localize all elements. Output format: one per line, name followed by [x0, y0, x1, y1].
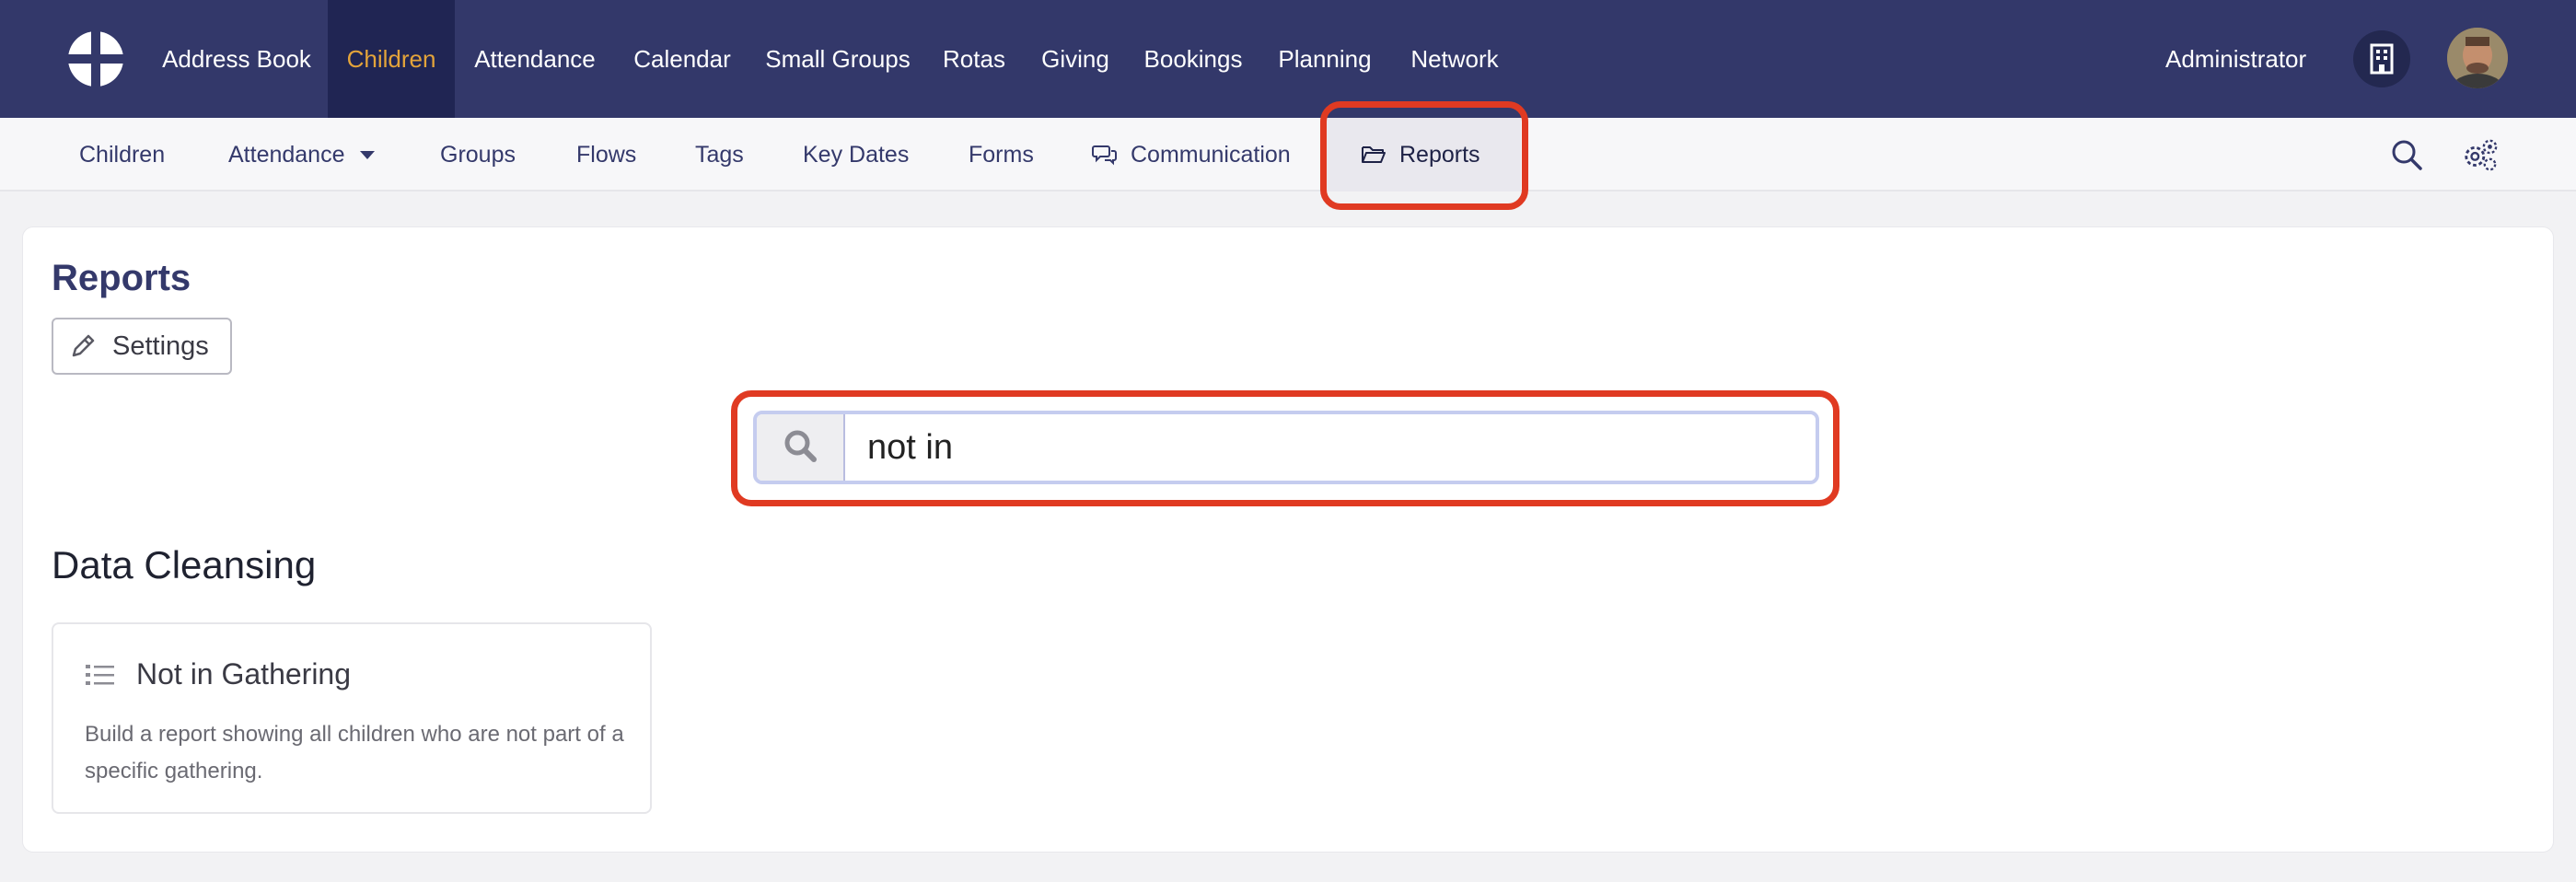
report-card-title: Not in Gathering — [85, 657, 351, 691]
user-role-label[interactable]: Administrator — [2165, 0, 2306, 118]
report-card-description: Build a report showing all children who … — [85, 722, 624, 783]
subnav-flows[interactable]: Flows — [576, 118, 636, 191]
subnav-reports[interactable]: Reports — [1326, 118, 1521, 191]
comments-icon — [1092, 144, 1118, 166]
secondary-navigation-bar: Children Attendance Groups Flows Tags Ke… — [0, 118, 2576, 191]
subnav-attendance[interactable]: Attendance — [228, 118, 375, 191]
topnav-children[interactable]: Children — [328, 0, 455, 118]
subnav-groups[interactable]: Groups — [440, 118, 516, 191]
section-title-data-cleansing: Data Cleansing — [52, 543, 317, 586]
subnav-key-dates[interactable]: Key Dates — [803, 118, 909, 191]
report-search-input[interactable] — [845, 414, 1816, 481]
settings-label: Settings — [112, 331, 209, 361]
topnav-small-groups[interactable]: Small Groups — [753, 0, 922, 118]
building-icon[interactable] — [2353, 30, 2410, 87]
cross-circle-logo-icon[interactable] — [66, 29, 125, 88]
folder-open-icon — [1361, 145, 1387, 165]
report-search-box — [753, 411, 1819, 484]
topnav-rotas[interactable]: Rotas — [928, 0, 1020, 118]
subnav-communication-label: Communication — [1131, 141, 1291, 168]
topnav-planning[interactable]: Planning — [1263, 0, 1387, 118]
search-icon[interactable] — [2388, 136, 2425, 173]
pencil-icon — [70, 333, 96, 359]
user-avatar[interactable] — [2447, 28, 2508, 88]
topnav-giving[interactable]: Giving — [1026, 0, 1125, 118]
subnav-reports-label: Reports — [1399, 141, 1480, 168]
report-card-not-in-gathering[interactable]: Not in Gathering Build a report showing … — [52, 622, 652, 814]
list-icon — [85, 662, 116, 688]
top-navigation-bar: Address Book Children Attendance Calenda… — [0, 0, 2576, 118]
subnav-children[interactable]: Children — [79, 118, 165, 191]
search-icon — [783, 428, 818, 468]
subnav-tags[interactable]: Tags — [695, 118, 744, 191]
page-title: Reports — [52, 258, 191, 298]
caret-down-icon — [359, 150, 375, 159]
settings-button[interactable]: Settings — [52, 318, 232, 375]
topnav-attendance[interactable]: Attendance — [458, 0, 611, 118]
topnav-address-book[interactable]: Address Book — [149, 0, 324, 118]
subnav-attendance-label: Attendance — [228, 141, 345, 168]
search-addon — [757, 414, 845, 481]
subnav-forms[interactable]: Forms — [969, 118, 1034, 191]
topnav-network[interactable]: Network — [1394, 0, 1515, 118]
topnav-calendar[interactable]: Calendar — [619, 0, 746, 118]
cogs-icon[interactable] — [2462, 136, 2499, 173]
subnav-communication[interactable]: Communication — [1092, 118, 1291, 191]
report-card-title-text: Not in Gathering — [136, 657, 352, 691]
topnav-bookings[interactable]: Bookings — [1131, 0, 1256, 118]
